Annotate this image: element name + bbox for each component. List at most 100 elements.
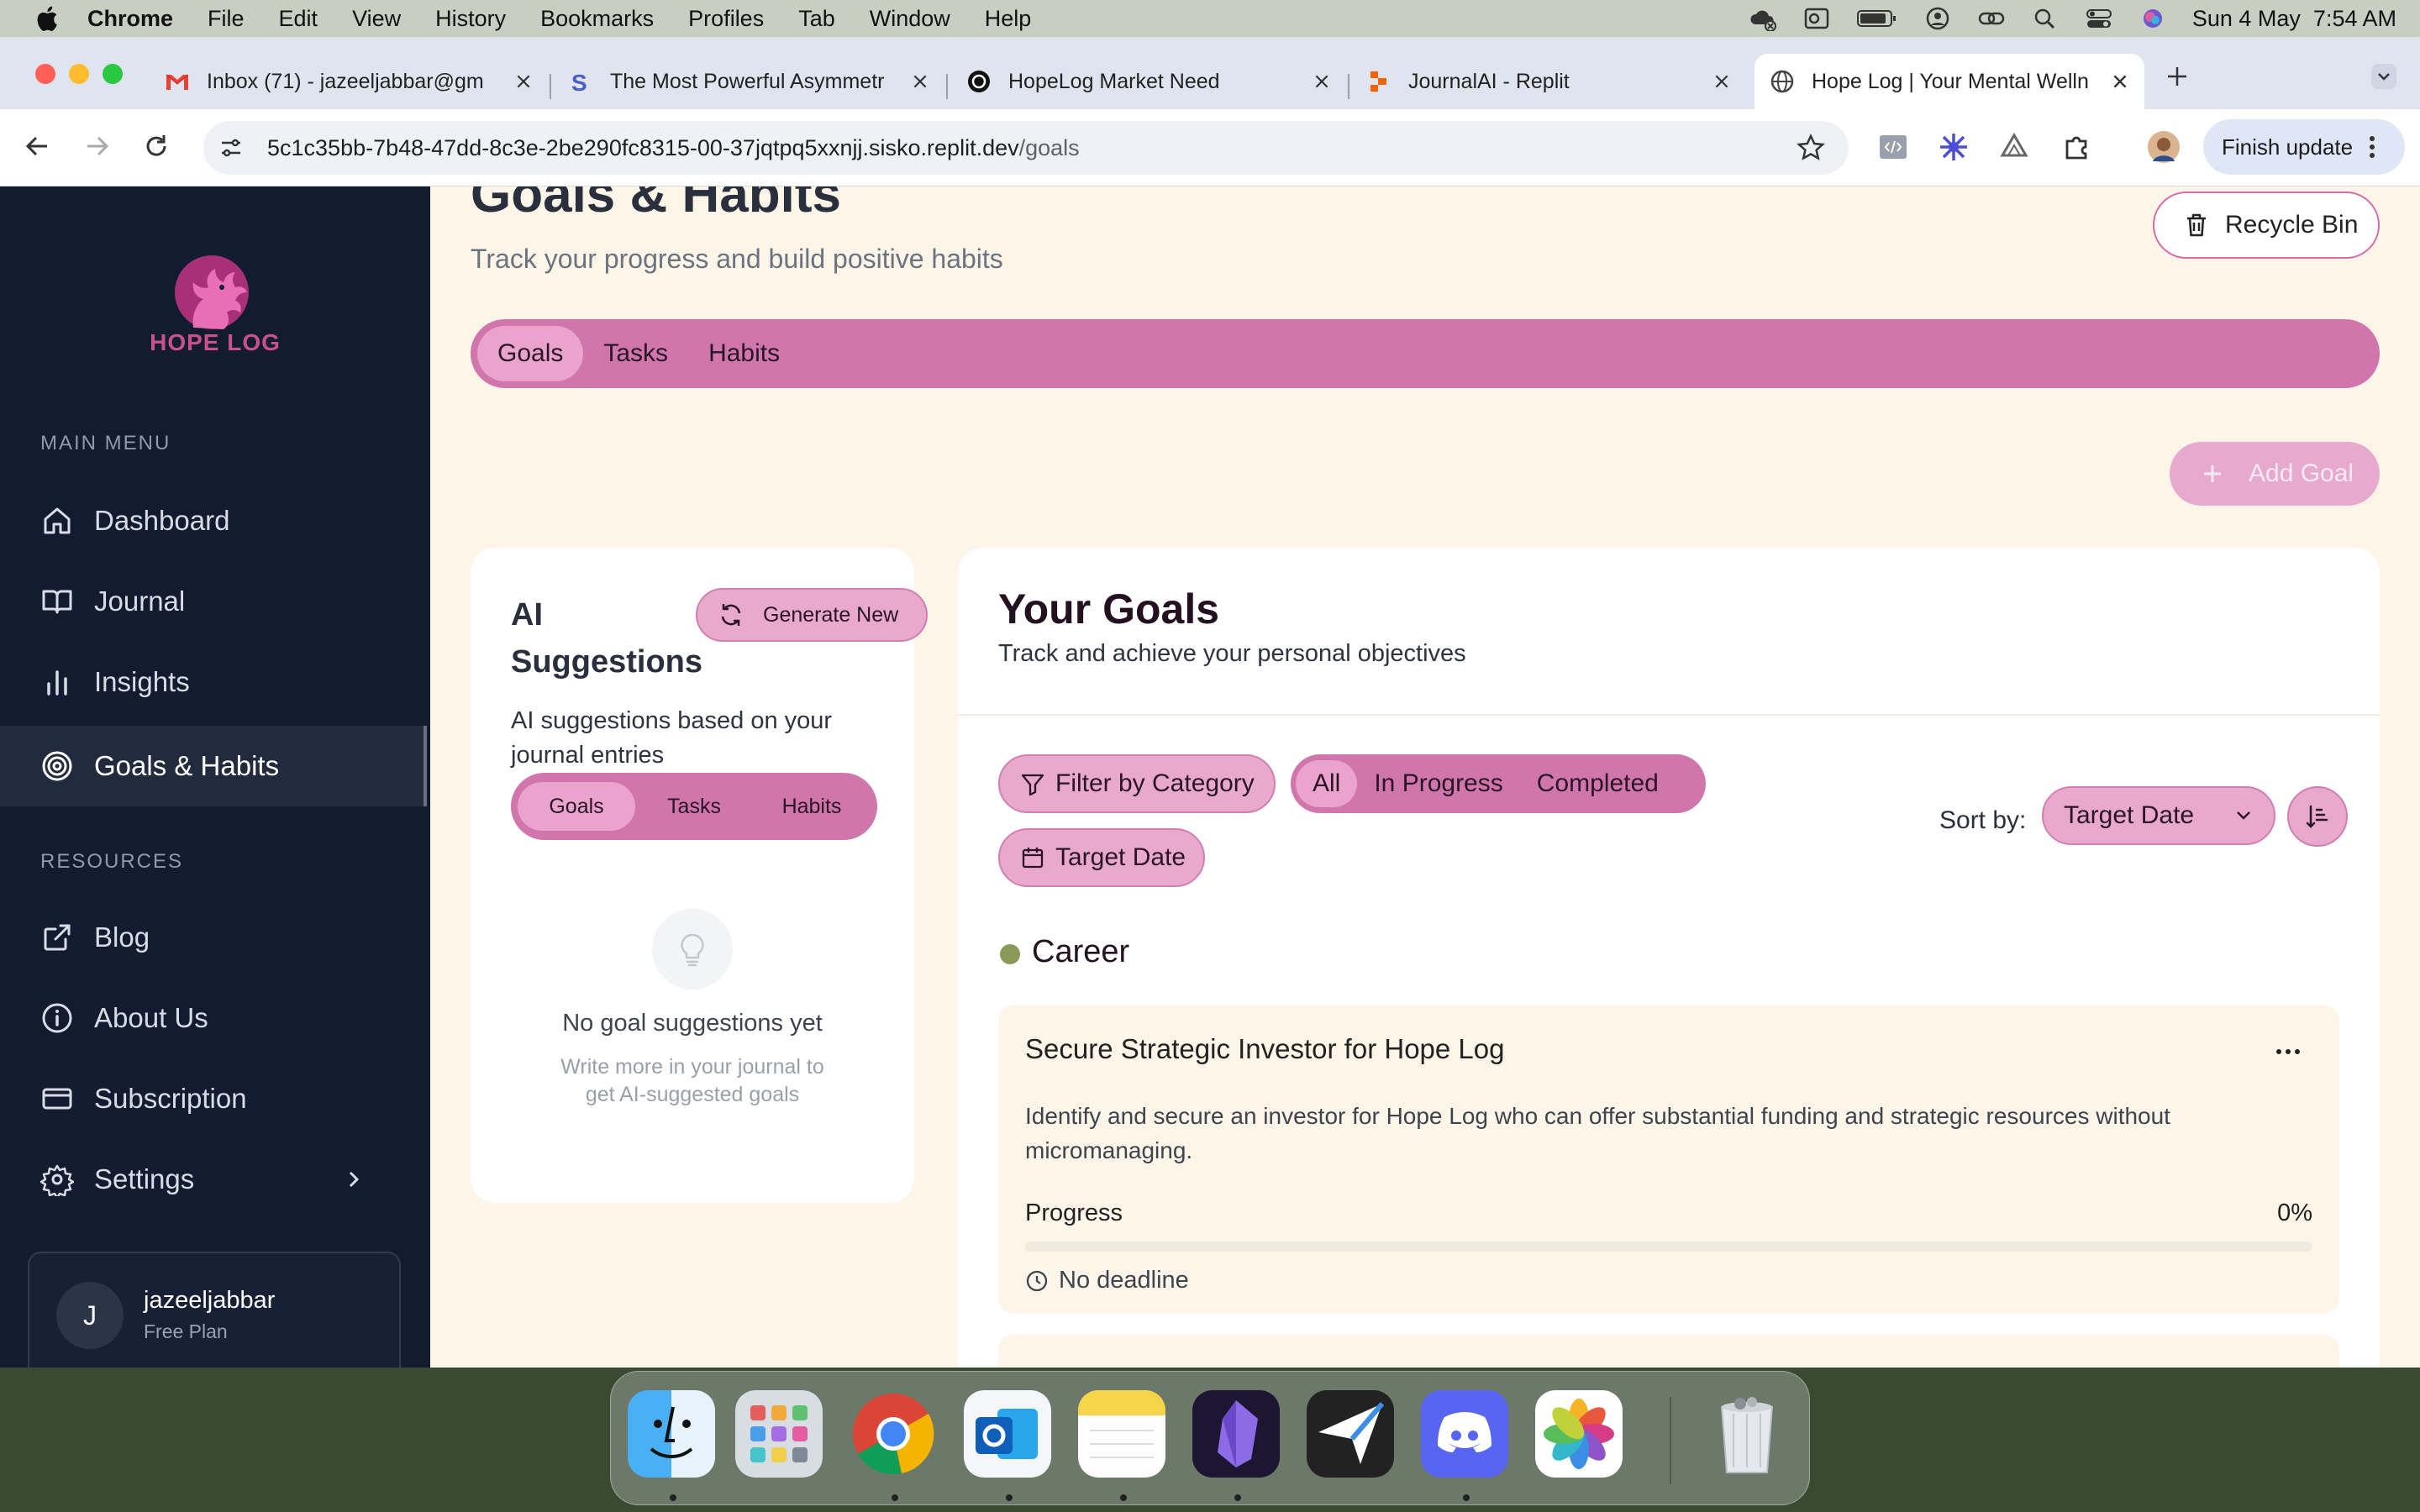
address-bar[interactable]: 5c1c35bb-7b48-47dd-8c3e-2be290fc8315-00-… xyxy=(203,121,1849,175)
devtools-extension-icon[interactable] xyxy=(1877,131,1909,163)
reload-icon[interactable] xyxy=(141,131,171,161)
close-tab-icon[interactable] xyxy=(1313,72,1331,91)
tab-hopelog-active[interactable]: Hope Log | Your Mental Welln xyxy=(1754,54,2144,109)
apple-icon[interactable] xyxy=(34,4,59,33)
forward-arrow-icon[interactable] xyxy=(82,131,113,161)
tab-habits[interactable]: Habits xyxy=(688,326,800,381)
perplexity-extension-icon[interactable] xyxy=(1938,131,1970,163)
menu-profiles[interactable]: Profiles xyxy=(688,6,764,32)
filter-completed[interactable]: Completed xyxy=(1520,760,1676,807)
sort-by-select[interactable]: Target Date xyxy=(2042,786,2275,845)
finish-update-button[interactable]: Finish update xyxy=(2203,119,2405,175)
menu-tab[interactable]: Tab xyxy=(798,6,835,32)
tab-hopelog-market[interactable]: HopeLog Market Need xyxy=(966,54,1331,109)
deadline-text: No deadline xyxy=(1059,1267,1189,1294)
generate-new-button[interactable]: Generate New xyxy=(696,588,928,642)
sidebar-scrollbar[interactable] xyxy=(424,726,427,806)
launchpad-icon[interactable] xyxy=(735,1390,823,1478)
sidebar-item-journal[interactable]: Journal xyxy=(0,561,427,642)
link-icon[interactable] xyxy=(1977,6,2006,31)
bookmark-star-icon[interactable] xyxy=(1797,134,1825,162)
extensions-puzzle-icon[interactable] xyxy=(2060,131,2092,163)
spark-mail-icon[interactable] xyxy=(1307,1390,1394,1478)
ai-suggestions-description: AI suggestions based on your journal ent… xyxy=(511,707,833,769)
your-goals-title: Your Goals xyxy=(998,585,1220,633)
filter-in-progress[interactable]: In Progress xyxy=(1357,760,1519,807)
more-options-icon[interactable] xyxy=(2275,1047,2301,1057)
minimize-window-button[interactable] xyxy=(69,64,89,84)
ai-tab-goals[interactable]: Goals xyxy=(518,782,635,831)
zoom-window-button[interactable] xyxy=(103,64,123,84)
ai-suggestion-tabs: Goals Tasks Habits xyxy=(511,773,877,840)
user-profile-card[interactable]: J jazeeljabbar Free Plan xyxy=(28,1252,401,1368)
cloud-sync-icon[interactable] xyxy=(1749,6,1777,31)
back-arrow-icon[interactable] xyxy=(22,131,52,161)
goal-deadline: No deadline xyxy=(1025,1267,1189,1294)
goals-tasks-habits-tabs: Goals Tasks Habits xyxy=(471,319,2380,388)
notes-icon[interactable] xyxy=(1078,1390,1165,1478)
filter-category-button[interactable]: Filter by Category xyxy=(998,754,1276,813)
drive-extension-icon[interactable] xyxy=(1998,131,2030,163)
add-goal-button[interactable]: Add Goal xyxy=(2170,442,2380,506)
ai-tab-tasks[interactable]: Tasks xyxy=(635,782,753,831)
site-info-icon[interactable] xyxy=(218,135,244,160)
goal-card[interactable]: Secure Strategic Investor for Hope Log I… xyxy=(998,1005,2339,1314)
profile-avatar[interactable] xyxy=(2148,131,2180,163)
sort-direction-button[interactable] xyxy=(2287,786,2348,847)
menu-bookmarks[interactable]: Bookmarks xyxy=(540,6,654,32)
menu-help[interactable]: Help xyxy=(985,6,1032,32)
sidebar-item-about-us[interactable]: About Us xyxy=(0,978,427,1058)
menu-file[interactable]: File xyxy=(208,6,245,32)
page-subtitle: Track your progress and build positive h… xyxy=(471,244,1003,274)
spotlight-search-icon[interactable] xyxy=(2031,6,2060,31)
menu-edit[interactable]: Edit xyxy=(279,6,318,32)
siri-icon[interactable] xyxy=(2139,6,2167,31)
sidebar-item-subscription[interactable]: Subscription xyxy=(0,1058,427,1139)
clock-icon xyxy=(1025,1269,1049,1293)
control-center-icon[interactable] xyxy=(2085,6,2113,31)
finder-icon[interactable] xyxy=(628,1390,715,1478)
tab-search-chevron-icon[interactable] xyxy=(2371,64,2396,89)
new-tab-icon[interactable] xyxy=(2165,64,2190,89)
menubar-datetime[interactable]: Sun 4 May 7:54 AM xyxy=(2192,6,2396,32)
menu-app-name[interactable]: Chrome xyxy=(87,6,173,32)
target-date-filter-button[interactable]: Target Date xyxy=(998,828,1205,887)
menu-view[interactable]: View xyxy=(352,6,401,32)
close-tab-icon[interactable] xyxy=(911,72,929,91)
tab-goals[interactable]: Goals xyxy=(477,326,584,381)
close-tab-icon[interactable] xyxy=(1712,72,1731,91)
filter-all[interactable]: All xyxy=(1296,760,1358,807)
trash-bin-icon[interactable] xyxy=(1703,1390,1791,1478)
close-window-button[interactable] xyxy=(35,64,55,84)
user-account-icon[interactable] xyxy=(1923,6,1952,31)
outlook-status-icon[interactable] xyxy=(1802,6,1831,31)
chrome-icon[interactable] xyxy=(850,1390,937,1478)
url-host: 5c1c35bb-7b48-47dd-8c3e-2be290fc8315-00-… xyxy=(267,134,1019,160)
tab-tasks[interactable]: Tasks xyxy=(583,326,688,381)
discord-icon[interactable] xyxy=(1421,1390,1508,1478)
menu-window[interactable]: Window xyxy=(870,6,950,32)
tab-replit[interactable]: JournalAI - Replit xyxy=(1366,54,1731,109)
goal-title: Secure Strategic Investor for Hope Log xyxy=(1025,1033,1505,1064)
sidebar-item-blog[interactable]: Blog xyxy=(0,897,427,978)
tab-asymmetric[interactable]: S The Most Powerful Asymmetr xyxy=(568,54,929,109)
menu-history[interactable]: History xyxy=(435,6,506,32)
sidebar-item-settings[interactable]: Settings xyxy=(0,1139,427,1220)
filter-category-label: Filter by Category xyxy=(1055,769,1255,797)
sidebar-item-goals-habits[interactable]: Goals & Habits xyxy=(0,726,427,806)
recycle-bin-button[interactable]: Recycle Bin xyxy=(2153,192,2380,259)
ai-tab-habits[interactable]: Habits xyxy=(753,782,871,831)
close-tab-icon[interactable] xyxy=(2111,72,2129,91)
obsidian-icon[interactable] xyxy=(1192,1390,1280,1478)
photos-icon[interactable] xyxy=(1535,1390,1623,1478)
sidebar-item-insights[interactable]: Insights xyxy=(0,642,427,722)
goal-description: Identify and secure an investor for Hope… xyxy=(1025,1103,2170,1163)
battery-icon[interactable] xyxy=(1856,6,1898,31)
outlook-icon[interactable] xyxy=(964,1390,1051,1478)
goal-card[interactable] xyxy=(998,1334,2339,1368)
tab-gmail[interactable]: Inbox (71) - jazeeljabbar@gm xyxy=(165,54,533,109)
close-tab-icon[interactable] xyxy=(514,72,533,91)
sidebar-item-dashboard[interactable]: Dashboard xyxy=(0,480,427,561)
sort-by-label: Sort by: xyxy=(1939,806,2027,834)
running-indicator xyxy=(1463,1494,1470,1501)
